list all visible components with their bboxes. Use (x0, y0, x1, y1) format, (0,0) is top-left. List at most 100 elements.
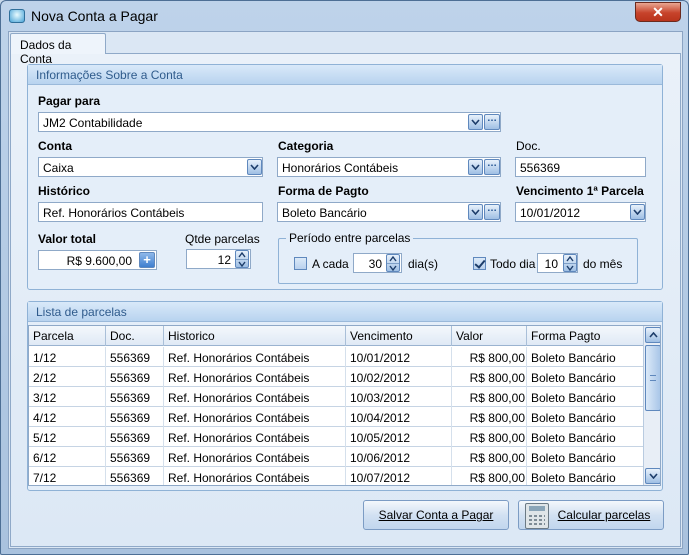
valor-total-label: Valor total (38, 232, 97, 246)
categoria-dropdown[interactable] (468, 159, 483, 175)
info-group-header: Informações Sobre a Conta (28, 65, 662, 85)
table-cell: 3/12 (33, 391, 57, 405)
periodo-legend: Período entre parcelas (286, 231, 414, 245)
todo-dia-spin[interactable] (563, 254, 577, 272)
column-header-valor[interactable]: Valor (456, 329, 483, 343)
a-cada-spin[interactable] (386, 254, 400, 272)
cell-divider (163, 447, 164, 467)
pagar-para-label: Pagar para (38, 94, 101, 108)
table-cell: 2/12 (33, 371, 57, 385)
doc-field[interactable]: 556369 (515, 157, 646, 177)
vencimento-field[interactable]: 10/01/2012 (515, 202, 646, 222)
cell-divider (105, 407, 106, 427)
todo-dia-unit: do mês (583, 257, 623, 271)
column-separator[interactable] (451, 326, 452, 346)
qtde-parcelas-spin[interactable] (235, 250, 249, 268)
calculator-icon (525, 503, 549, 529)
chevron-down-icon (471, 164, 480, 170)
window: Nova Conta a Pagar ✕ Dados da Conta Info… (0, 0, 689, 555)
title-bar[interactable]: Nova Conta a Pagar ✕ (1, 1, 688, 31)
chevron-down-icon (471, 119, 480, 125)
column-header-doc[interactable]: Doc. (110, 329, 135, 343)
vencimento-label: Vencimento 1ª Parcela (516, 184, 644, 198)
cell-divider (345, 367, 346, 387)
table-row[interactable]: 7/12 556369 Ref. Honorários Contábeis 10/07… (29, 467, 643, 485)
table-row[interactable]: 6/12 556369 Ref. Honorários Contábeis 10/06… (29, 447, 643, 467)
pagar-para-field[interactable]: JM2 Contabilidade (38, 112, 501, 132)
todo-dia-checkbox[interactable] (473, 257, 486, 270)
table-cell: Boleto Bancário (531, 391, 616, 405)
column-separator[interactable] (345, 326, 346, 346)
pagar-para-lookup-button[interactable]: … (484, 114, 500, 130)
pagar-para-dropdown[interactable] (468, 114, 483, 130)
scroll-up-button[interactable] (645, 327, 660, 343)
table-cell: R$ 800,00 (469, 431, 525, 445)
forma-pagto-dropdown[interactable] (468, 204, 483, 220)
conta-dropdown[interactable] (247, 159, 262, 175)
forma-pagto-lookup-button[interactable]: … (484, 204, 500, 220)
spin-separator (236, 259, 248, 260)
table-row[interactable]: 3/12 556369 Ref. Honorários Contábeis 10/03… (29, 387, 643, 407)
cell-divider (345, 447, 346, 467)
table-cell: 10/01/2012 (350, 351, 411, 365)
table-cell: Boleto Bancário (531, 471, 616, 485)
column-separator[interactable] (163, 326, 164, 346)
vertical-scrollbar[interactable] (643, 326, 660, 485)
cell-divider (451, 407, 452, 427)
spin-down-icon[interactable] (389, 265, 397, 271)
spin-up-icon[interactable] (566, 256, 574, 262)
table-cell: R$ 800,00 (469, 351, 525, 365)
table-cell: 556369 (110, 391, 151, 405)
chevron-down-icon (633, 209, 642, 215)
table-cell: Ref. Honorários Contábeis (168, 431, 310, 445)
column-separator[interactable] (526, 326, 527, 346)
spin-up-icon[interactable] (389, 256, 397, 262)
table-cell: Boleto Bancário (531, 411, 616, 425)
spin-down-icon[interactable] (238, 261, 246, 267)
window-title: Nova Conta a Pagar (31, 8, 158, 24)
table-cell: Ref. Honorários Contábeis (168, 471, 310, 485)
column-header-forma-pagto[interactable]: Forma Pagto (531, 329, 600, 343)
doc-label: Doc. (516, 139, 541, 153)
cell-divider (526, 447, 527, 467)
table-cell: Ref. Honorários Contábeis (168, 351, 310, 365)
table-row[interactable]: 5/12 556369 Ref. Honorários Contábeis 10/05… (29, 427, 643, 447)
cell-divider (163, 347, 164, 367)
table-row[interactable]: 2/12 556369 Ref. Honorários Contábeis 10/02… (29, 367, 643, 387)
scroll-thumb[interactable] (645, 345, 660, 411)
table-row[interactable]: 4/12 556369 Ref. Honorários Contábeis 10/04… (29, 407, 643, 427)
column-header-historico[interactable]: Historico (168, 329, 215, 343)
table-cell: 556369 (110, 431, 151, 445)
close-button[interactable]: ✕ (635, 2, 681, 22)
table-cell: Boleto Bancário (531, 451, 616, 465)
table-cell: R$ 800,00 (469, 451, 525, 465)
table-cell: 1/12 (33, 351, 57, 365)
cell-divider (345, 387, 346, 407)
chevron-down-icon (471, 209, 480, 215)
table-header: Parcela Doc. Historico Vencimento Valor … (29, 326, 643, 346)
column-header-parcela[interactable]: Parcela (33, 329, 74, 343)
a-cada-label: A cada (312, 257, 349, 271)
tab-dados-da-conta[interactable]: Dados da Conta (10, 33, 106, 66)
historico-field[interactable]: Ref. Honorários Contábeis (38, 202, 263, 222)
conta-field[interactable]: Caixa (38, 157, 263, 177)
parcelas-table[interactable]: Parcela Doc. Historico Vencimento Valor … (28, 325, 661, 486)
plus-icon[interactable]: + (139, 252, 155, 268)
spin-up-icon[interactable] (238, 252, 246, 258)
categoria-lookup-button[interactable]: … (484, 159, 500, 175)
a-cada-checkbox[interactable] (294, 257, 307, 270)
cell-divider (345, 427, 346, 447)
column-header-vencimento[interactable]: Vencimento (350, 329, 413, 343)
spin-down-icon[interactable] (566, 265, 574, 271)
categoria-label: Categoria (278, 139, 334, 153)
save-button[interactable]: Salvar Conta a Pagar (363, 500, 509, 530)
cell-divider (526, 347, 527, 367)
table-cell: Ref. Honorários Contábeis (168, 411, 310, 425)
column-separator[interactable] (105, 326, 106, 346)
table-row[interactable]: 1/12 556369 Ref. Honorários Contábeis 10/01… (29, 347, 643, 367)
vencimento-dropdown[interactable] (630, 204, 645, 220)
scroll-down-button[interactable] (645, 468, 660, 484)
cell-divider (105, 347, 106, 367)
chevron-up-icon (648, 332, 658, 338)
calculate-button[interactable]: Calcular parcelas (518, 500, 664, 530)
